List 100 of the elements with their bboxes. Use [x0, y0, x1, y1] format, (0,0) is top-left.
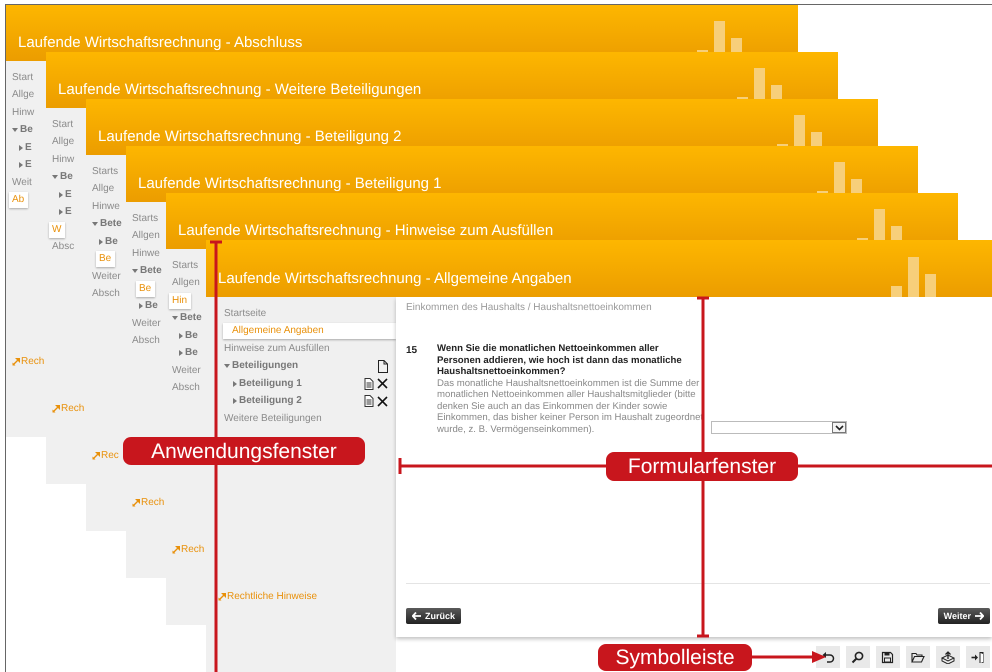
caret-icon[interactable] [12, 128, 18, 132]
sidebar-item[interactable]: Startseite [206, 306, 266, 321]
new-document-icon[interactable] [377, 360, 388, 373]
legal-link[interactable]: Rech [166, 542, 204, 557]
caret-icon[interactable] [19, 162, 23, 168]
legal-link[interactable]: Rech [126, 495, 164, 510]
caret-icon[interactable] [233, 380, 237, 387]
expand-arrows-icon [92, 452, 100, 460]
caret-icon[interactable] [19, 144, 23, 151]
arrow-right-icon [975, 612, 984, 620]
arrow-left-icon [412, 612, 421, 620]
undo-icon[interactable] [821, 650, 835, 664]
sidebar-item[interactable]: Allgemeine Angaben [223, 323, 396, 340]
sidebar-item[interactable]: Absch [166, 381, 200, 396]
sidebar-item[interactable]: E [53, 188, 72, 202]
legal-link[interactable]: Rec [86, 448, 119, 463]
legal-link[interactable]: Rech [6, 354, 44, 369]
chevron-down-icon [834, 424, 844, 430]
undo-button[interactable] [816, 646, 840, 668]
sidebar-item[interactable]: Weitere Beteiligungen [206, 412, 322, 426]
sidebar-item[interactable]: Weit [6, 176, 32, 190]
sidebar-item[interactable]: Weiter [126, 316, 161, 331]
expand-arrows-icon [218, 592, 226, 600]
sidebar-item[interactable]: Be [46, 170, 73, 184]
sidebar-item[interactable]: Absch [86, 287, 120, 302]
sidebar-item[interactable]: Absch [126, 334, 160, 348]
caret-icon[interactable] [92, 222, 98, 226]
save-button[interactable] [876, 646, 900, 668]
expand-arrows-icon [172, 546, 180, 554]
legal-link[interactable]: Rechtliche Hinweise [206, 589, 396, 604]
sidebar-item[interactable]: Start [46, 118, 74, 132]
sidebar-item[interactable]: Allge [6, 88, 34, 102]
sidebar-item[interactable]: Be [173, 346, 198, 360]
folder-button[interactable] [906, 646, 930, 668]
sidebar-item[interactable]: Beteiligung 2 [215, 394, 302, 408]
sidebar-item[interactable]: E [13, 158, 32, 172]
sidebar-item[interactable]: Hinwe [86, 200, 120, 214]
sidebar-item[interactable]: Be [173, 328, 198, 343]
sidebar-item[interactable]: Starts [166, 258, 198, 273]
sidebar-item[interactable]: Be [136, 280, 156, 297]
dropdown-field[interactable] [711, 421, 847, 434]
sidebar-item[interactable]: Ab [9, 192, 28, 208]
caret-icon[interactable] [139, 303, 143, 310]
sidebar-item[interactable]: W [49, 222, 66, 238]
delete-icon[interactable] [377, 378, 388, 390]
search-icon[interactable] [851, 650, 865, 664]
sidebar-item[interactable]: Bete [126, 264, 162, 278]
window-title: Laufende Wirtschaftsrechnung - Weitere Beteiligungen [58, 81, 422, 99]
sidebar-item[interactable]: Be [6, 123, 33, 138]
sidebar-item[interactable]: Allgen [126, 229, 160, 244]
sidebar-item[interactable]: Allge [86, 182, 114, 196]
back-button[interactable]: Zurück [406, 608, 462, 624]
sidebar-item[interactable]: Hin [169, 292, 192, 309]
caret-icon[interactable] [179, 332, 183, 339]
sidebar-item[interactable]: Starts [126, 212, 158, 226]
sidebar-item[interactable]: Starts [86, 164, 118, 179]
sidebar-item[interactable]: Allge [46, 135, 74, 150]
next-button[interactable]: Weiter [938, 608, 990, 624]
sidebar-item[interactable]: Weiter [166, 364, 201, 378]
sidebar-item[interactable]: Beteiligung 1 [215, 376, 302, 391]
sidebar-item[interactable]: Start [6, 70, 34, 85]
sidebar-item[interactable]: Be [133, 299, 158, 314]
search-button[interactable] [846, 646, 870, 668]
sidebar-item[interactable]: Weiter [86, 270, 121, 284]
sidebar-item[interactable]: Hinw [46, 152, 74, 167]
sidebar-item[interactable]: Be [93, 234, 118, 249]
caret-icon[interactable] [224, 364, 230, 368]
document-icon[interactable] [364, 395, 374, 408]
sidebar-item[interactable]: Be [96, 251, 116, 268]
sidebar-item[interactable]: Hinwe [126, 246, 160, 261]
delete-icon[interactable] [377, 396, 388, 407]
sidebar-item[interactable]: E [13, 140, 32, 155]
sidebar-item[interactable]: Bete [166, 311, 202, 326]
help-text: Das monatliche Haushaltsnettoeinkommen ist die Summe der monatlichen Nettoeinkommen aller Haushaltsmitglieder (bitte denken Sie auch an das Einkommen der Kinder sowie Einkommen, das bisher keiner Person im Haushalt zugeordnet wurde, z. B. Vermögenseinkommen). [437, 378, 704, 435]
box-arrow-button[interactable] [936, 646, 960, 668]
caret-icon[interactable] [52, 175, 58, 180]
sidebar-item[interactable]: Hinw [6, 106, 34, 120]
box-arrow-icon[interactable] [941, 650, 955, 664]
sidebar-item[interactable]: Hinweise zum Ausfüllen [206, 342, 330, 356]
expand-arrows-icon [132, 498, 140, 506]
exit-door-button[interactable] [966, 646, 990, 668]
caret-icon[interactable] [59, 192, 63, 198]
sidebar-item[interactable]: Beteiligungen [206, 359, 298, 374]
sidebar-item[interactable]: E [53, 205, 72, 220]
document-icon[interactable] [364, 378, 374, 390]
expand-arrows-icon [52, 404, 60, 412]
sidebar-item[interactable]: Allgen [166, 276, 200, 290]
sidebar-item[interactable]: Bete [86, 217, 122, 232]
save-icon[interactable] [881, 650, 895, 664]
caret-icon[interactable] [179, 350, 183, 356]
caret-icon[interactable] [59, 209, 63, 216]
caret-icon[interactable] [233, 398, 237, 404]
sidebar-item[interactable]: Absc [46, 240, 74, 254]
legal-link[interactable]: Rech [46, 401, 84, 416]
question-number: 15 [406, 344, 418, 358]
caret-icon[interactable] [172, 316, 178, 320]
caret-icon[interactable] [99, 238, 103, 245]
folder-icon[interactable] [911, 650, 925, 664]
caret-icon[interactable] [132, 269, 138, 274]
exit-door-icon[interactable] [971, 650, 985, 664]
